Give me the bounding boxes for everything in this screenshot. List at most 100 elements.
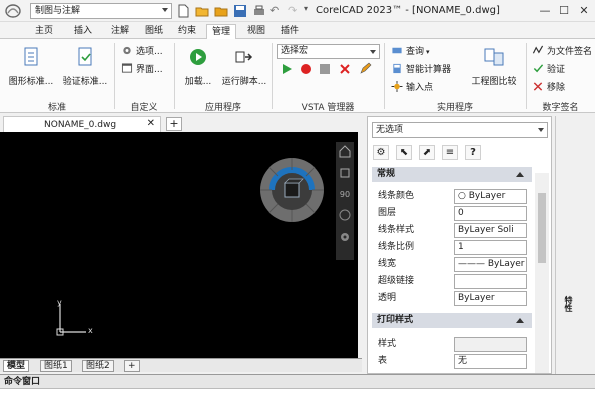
layer-standards-label: 图形标准... (8, 77, 54, 87)
close-button[interactable]: ✕ (576, 3, 592, 19)
navigation-wheel-icon[interactable] (258, 156, 326, 224)
rotate-90-button[interactable]: 90 (336, 188, 354, 202)
verify-signature-button[interactable]: 验证 (532, 63, 565, 77)
tab-view[interactable]: 视图 (242, 24, 270, 39)
minimize-button[interactable]: — (537, 3, 553, 19)
load-app-button[interactable]: 加载... (180, 47, 216, 87)
chevron-down-icon: ▾ (426, 48, 430, 56)
tab-sheet1[interactable]: 图纸1 (40, 360, 72, 372)
orbit-icon[interactable] (338, 208, 352, 222)
prop-table-value[interactable]: 无 (454, 354, 527, 369)
toggle-pickadd-icon[interactable]: ⬈ (419, 145, 435, 160)
macro-select-dropdown[interactable]: 选择宏 (277, 44, 380, 59)
selection-dropdown[interactable]: 无选项 (372, 122, 548, 138)
vsta-record-icon[interactable] (300, 63, 312, 75)
section-print-style[interactable]: 打印样式 (372, 313, 532, 328)
smart-calculator-button[interactable]: 智能计算器 (391, 63, 451, 77)
home-view-icon[interactable] (338, 144, 352, 158)
prop-layer-value[interactable]: 0 (454, 206, 527, 221)
section-general-label: 常规 (377, 169, 396, 179)
workspace-dropdown[interactable]: 制图与注解 (30, 3, 172, 19)
maximize-button[interactable]: ☐ (556, 3, 572, 19)
side-dock-rail: 特性 (555, 116, 595, 374)
new-document-tab-button[interactable]: + (166, 117, 182, 131)
section-print-style-label: 打印样式 (377, 315, 414, 325)
tab-plugins[interactable]: 插件 (276, 24, 304, 39)
ribbon-tab-bar: 主页 插入 注解 图纸 约束 管理 视图 插件 (0, 22, 595, 40)
select-objects-icon[interactable]: ⬉ (396, 145, 412, 160)
input-point-button[interactable]: 输入点 (391, 81, 433, 95)
sign-icon (532, 45, 544, 54)
options-button[interactable]: 选项... (121, 45, 163, 59)
compare-drawings-button[interactable]: 工程图比较 (466, 47, 522, 87)
prop-lineweight-value[interactable]: ——— ByLayer (454, 257, 527, 272)
tab-model[interactable]: 模型 (3, 360, 30, 372)
query-icon (392, 47, 402, 54)
add-layout-button[interactable]: + (124, 360, 140, 372)
view-rotate-icon[interactable] (338, 166, 352, 180)
tab-sheet2[interactable]: 图纸2 (82, 360, 114, 372)
settings-gear-icon[interactable] (338, 230, 352, 244)
collapse-icon (516, 172, 524, 177)
section-general[interactable]: 常规 (372, 167, 532, 182)
interface-button[interactable]: 界面... (121, 63, 163, 77)
group-label-standards: 标准 (47, 103, 66, 113)
quick-select-icon[interactable]: ⚙ (373, 145, 389, 160)
scroll-thumb[interactable] (538, 193, 546, 263)
prop-hyperlink-value[interactable] (454, 274, 527, 289)
redo-icon[interactable]: ↷ (288, 4, 302, 18)
prop-print-style-value[interactable] (454, 337, 527, 352)
tab-insert[interactable]: 插入 (69, 24, 97, 39)
run-script-button[interactable]: 运行脚本... (220, 47, 268, 87)
drawing-canvas[interactable]: 90 y x (0, 132, 358, 358)
vsta-delete-icon[interactable] (339, 63, 351, 75)
run-script-icon (235, 51, 253, 63)
query-button[interactable]: 查询 ▾ (391, 45, 430, 59)
command-window[interactable]: 命令窗口 (0, 374, 595, 403)
tab-constraints[interactable]: 约束 (173, 24, 201, 39)
layer-standards-button[interactable]: 图形标准... (6, 47, 56, 87)
tab-annotate[interactable]: 注解 (106, 24, 134, 39)
properties-dock-tab[interactable]: 特性 (562, 296, 574, 312)
open-folder-icon[interactable] (195, 4, 209, 18)
vsta-stop-icon[interactable] (319, 63, 331, 75)
prop-transparency-value[interactable]: ByLayer (454, 291, 527, 306)
tab-sheet[interactable]: 图纸 (140, 24, 168, 39)
vsta-edit-icon[interactable] (359, 61, 373, 75)
command-window-header: 命令窗口 (0, 375, 595, 389)
prop-linescale-value[interactable]: 1 (454, 240, 527, 255)
check-standards-button[interactable]: 验证标准... (60, 47, 110, 87)
open-folder-2-icon[interactable] (214, 4, 228, 18)
close-tab-icon[interactable]: ✕ (147, 117, 155, 131)
verify-icon (533, 64, 544, 73)
standards-doc-icon (24, 47, 38, 66)
sign-file-button[interactable]: 为文件签名 (532, 45, 592, 59)
prop-label: 图层 (378, 208, 397, 218)
prop-linetype-value[interactable]: ByLayer Soli (454, 223, 527, 238)
group-label-vsta: VSTA 管理器 (301, 103, 355, 113)
layout-tab-bar: 模型 图纸1 图纸2 + (0, 358, 362, 372)
check-doc-icon (78, 47, 92, 66)
macro-select-value: 选择宏 (281, 46, 309, 56)
query-label: 查询 (406, 47, 425, 57)
chevron-down-icon (370, 50, 376, 54)
help-icon[interactable]: ? (465, 145, 481, 160)
tab-home[interactable]: 主页 (30, 24, 58, 39)
remove-icon (533, 82, 543, 91)
new-file-icon[interactable] (176, 4, 190, 18)
document-tab[interactable]: NONAME_0.dwg ✕ (3, 116, 161, 132)
undo-icon[interactable]: ↶ (270, 4, 284, 18)
properties-scrollbar[interactable] (535, 173, 549, 373)
chevron-down-icon (538, 128, 544, 132)
select-filter-icon[interactable]: ≡ (442, 145, 458, 160)
save-icon[interactable] (233, 4, 247, 18)
remove-signature-label: 移除 (547, 83, 566, 93)
prop-color-value[interactable]: ○ ByLayer (454, 189, 527, 204)
print-icon[interactable] (252, 4, 266, 18)
group-label-customize: 自定义 (130, 103, 158, 113)
tab-manage[interactable]: 管理 (206, 24, 236, 40)
load-app-label: 加载... (184, 77, 212, 87)
document-tab-bar: NONAME_0.dwg ✕ + (0, 114, 362, 132)
remove-signature-button[interactable]: 移除 (532, 81, 565, 95)
vsta-play-icon[interactable] (281, 63, 293, 75)
